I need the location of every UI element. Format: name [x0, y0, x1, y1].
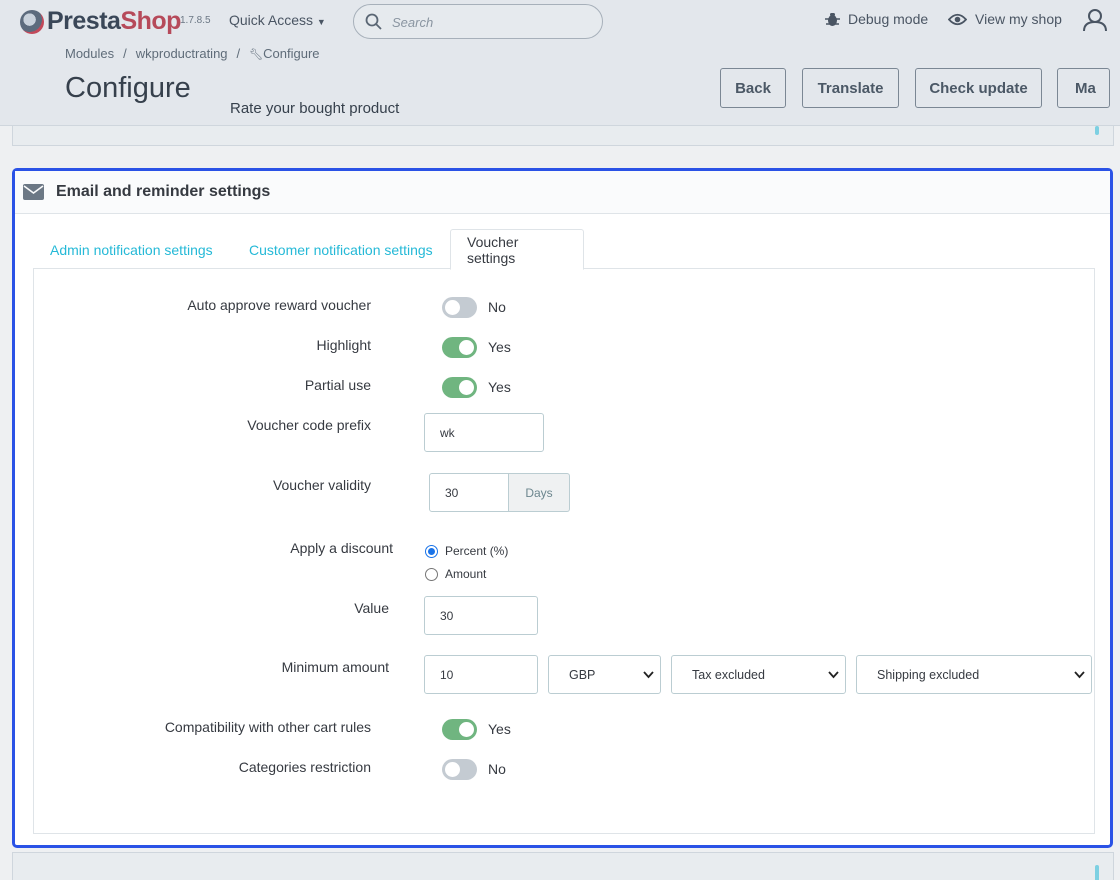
- page-title: Configure: [65, 72, 191, 104]
- tax-value: Tax excluded: [692, 667, 765, 682]
- value-label: Value: [354, 600, 389, 616]
- minimum-amount-label: Minimum amount: [281, 659, 389, 675]
- email-reminder-panel: Email and reminder settings Admin notifi…: [12, 168, 1113, 848]
- check-update-button[interactable]: Check update: [915, 68, 1042, 108]
- breadcrumb-module[interactable]: wkproductrating: [136, 46, 228, 61]
- switch-knob: [459, 380, 474, 395]
- page-subtitle: Rate your bought product: [230, 100, 400, 117]
- amount-radio-label: Amount: [445, 567, 487, 581]
- breadcrumb-modules[interactable]: Modules: [65, 46, 114, 61]
- tab-customer-notification[interactable]: Customer notification settings: [233, 229, 449, 270]
- auto-approve-switch[interactable]: [442, 297, 477, 318]
- voucher-settings-form: Auto approve reward voucher No Highlight…: [33, 268, 1095, 834]
- days-addon: Days: [509, 473, 570, 512]
- percent-radio[interactable]: [425, 545, 438, 558]
- panel-title: Email and reminder settings: [56, 183, 271, 200]
- puffin-logo-icon: [20, 9, 44, 34]
- next-panel: [12, 852, 1114, 880]
- chevron-down-icon: [1074, 671, 1085, 679]
- voucher-validity-label: Voucher validity: [272, 477, 371, 493]
- eye-icon: [948, 13, 967, 25]
- previous-panel: [12, 126, 1114, 146]
- bug-icon: [825, 13, 840, 26]
- logo-text-shop: Shop: [120, 7, 181, 35]
- tab-admin-notification[interactable]: Admin notification settings: [34, 229, 229, 270]
- version-label: 1.7.8.5: [180, 15, 211, 26]
- auto-approve-value: No: [488, 299, 506, 315]
- partial-use-value: Yes: [488, 379, 511, 395]
- apply-discount-label: Apply a discount: [290, 540, 393, 556]
- highlight-label: Highlight: [316, 337, 371, 353]
- chevron-down-icon: [643, 671, 654, 679]
- manage-hooks-button[interactable]: Ma: [1057, 68, 1110, 108]
- quick-access-dropdown[interactable]: Quick Access ▼: [229, 12, 326, 28]
- back-button[interactable]: Back: [720, 68, 786, 108]
- debug-mode-label: Debug mode: [848, 11, 929, 27]
- currency-value: GBP: [569, 667, 596, 682]
- top-bar: PrestaShop 1.7.8.5 Quick Access ▼ Search…: [0, 0, 1120, 40]
- compatibility-switch[interactable]: [442, 719, 477, 740]
- view-my-shop-label: View my shop: [975, 11, 1062, 27]
- wrench-icon: 🔧︎: [249, 49, 264, 61]
- switch-knob: [459, 340, 474, 355]
- prestashop-logo[interactable]: PrestaShop: [20, 7, 181, 36]
- settings-tabs: Admin notification settings Customer not…: [34, 229, 1094, 270]
- breadcrumb: Modules / wkproductrating / 🔧︎Configure: [65, 46, 320, 61]
- caret-down-icon: ▼: [316, 17, 326, 27]
- value-input[interactable]: 30: [424, 596, 538, 635]
- scroll-indicator: [1095, 126, 1099, 135]
- employee-avatar-icon[interactable]: [1082, 8, 1108, 32]
- quick-access-label: Quick Access: [229, 12, 314, 28]
- search-placeholder: Search: [392, 15, 434, 30]
- auto-approve-label: Auto approve reward voucher: [187, 297, 371, 313]
- categories-restriction-label: Categories restriction: [238, 759, 371, 775]
- search-input[interactable]: Search: [353, 4, 603, 39]
- percent-radio-label: Percent (%): [445, 544, 509, 558]
- shipping-value: Shipping excluded: [877, 667, 980, 682]
- compatibility-label: Compatibility with other cart rules: [164, 719, 371, 735]
- switch-knob: [459, 722, 474, 737]
- highlight-switch[interactable]: [442, 337, 477, 358]
- shipping-select[interactable]: Shipping excluded: [856, 655, 1092, 694]
- search-icon: [365, 13, 382, 30]
- envelope-icon: [23, 184, 44, 200]
- voucher-prefix-input[interactable]: wk: [424, 413, 544, 452]
- minimum-amount-input[interactable]: 10: [424, 655, 538, 694]
- debug-mode-link[interactable]: Debug mode: [825, 11, 928, 27]
- scroll-indicator: [1095, 865, 1099, 880]
- panel-heading: Email and reminder settings: [15, 171, 1110, 214]
- compatibility-value: Yes: [488, 721, 511, 737]
- voucher-prefix-label: Voucher code prefix: [247, 417, 371, 433]
- view-my-shop-link[interactable]: View my shop: [948, 11, 1062, 27]
- partial-use-label: Partial use: [304, 377, 371, 393]
- partial-use-switch[interactable]: [442, 377, 477, 398]
- translate-button[interactable]: Translate: [802, 68, 899, 108]
- page-header: Modules / wkproductrating / 🔧︎Configure Conf…: [0, 40, 1120, 126]
- currency-select[interactable]: GBP: [548, 655, 661, 694]
- amount-radio[interactable]: [425, 568, 438, 581]
- tax-select[interactable]: Tax excluded: [671, 655, 846, 694]
- switch-knob: [445, 762, 460, 777]
- breadcrumb-configure: Configure: [263, 46, 320, 61]
- voucher-validity-input[interactable]: 30: [429, 473, 509, 512]
- categories-restriction-switch[interactable]: [442, 759, 477, 780]
- chevron-down-icon: [828, 671, 839, 679]
- logo-text: Presta: [47, 7, 121, 35]
- categories-restriction-value: No: [488, 761, 506, 777]
- highlight-value: Yes: [488, 339, 511, 355]
- switch-knob: [445, 300, 460, 315]
- tab-voucher-settings[interactable]: Voucher settings: [450, 229, 584, 270]
